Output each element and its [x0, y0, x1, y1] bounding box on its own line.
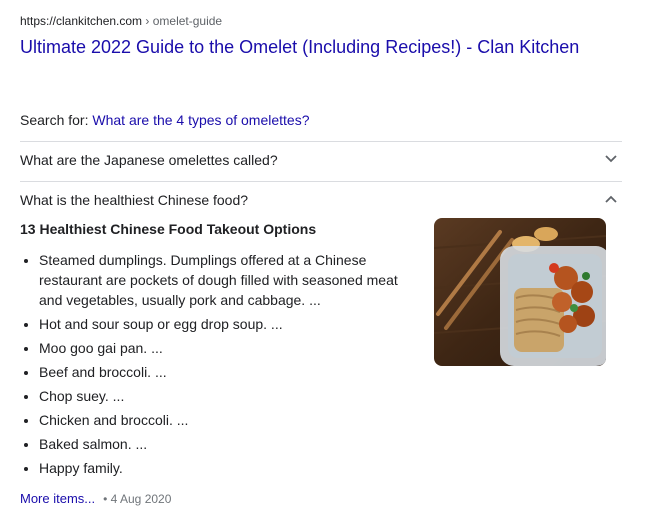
- answer-date: • 4 Aug 2020: [103, 492, 172, 506]
- result-title-link[interactable]: Ultimate 2022 Guide to the Omelet (Inclu…: [20, 35, 580, 59]
- more-items-link[interactable]: More items...: [20, 491, 95, 506]
- list-item: Moo goo gai pan. ...: [39, 338, 419, 358]
- list-item: Beef and broccoli. ...: [39, 362, 419, 382]
- chevron-up-icon[interactable]: [604, 194, 618, 204]
- more-items-line: More items... • 4 Aug 2020: [20, 490, 171, 508]
- answer-list: Steamed dumplings. Dumplings offered at …: [20, 250, 419, 482]
- list-item: Happy family.: [39, 458, 419, 478]
- list-item: Hot and sour soup or egg drop soup. ...: [39, 314, 419, 334]
- search-for-label: Search for:: [20, 112, 93, 128]
- url-separator: ›: [142, 14, 153, 28]
- question-text: What is the healthiest Chinese food?: [20, 192, 249, 208]
- list-item: Chicken and broccoli. ...: [39, 410, 419, 430]
- url-path: omelet-guide: [152, 14, 223, 28]
- list-item: Baked salmon. ...: [39, 434, 419, 454]
- answer-title: 13 Healthiest Chinese Food Takeout Optio…: [20, 221, 317, 237]
- question-japanese-omelettes[interactable]: What are the Japanese omelettes called?: [20, 141, 622, 179]
- chevron-down-icon[interactable]: [604, 154, 618, 164]
- chinese-takeout-image: [434, 218, 606, 366]
- food-thumbnail[interactable]: [434, 218, 606, 366]
- url-host: https://clankitchen.com: [20, 14, 143, 28]
- list-item: Steamed dumplings. Dumplings offered at …: [39, 250, 419, 310]
- search-for-line: Search for: What are the 4 types of omel…: [20, 110, 310, 130]
- question-text: What are the Japanese omelettes called?: [20, 152, 278, 168]
- result-url[interactable]: https://clankitchen.com › omelet-guide: [20, 13, 222, 29]
- search-for-query-link[interactable]: What are the 4 types of omelettes?: [92, 112, 309, 128]
- list-item: Chop suey. ...: [39, 386, 419, 406]
- question-healthiest-chinese-food[interactable]: What is the healthiest Chinese food?: [20, 181, 622, 219]
